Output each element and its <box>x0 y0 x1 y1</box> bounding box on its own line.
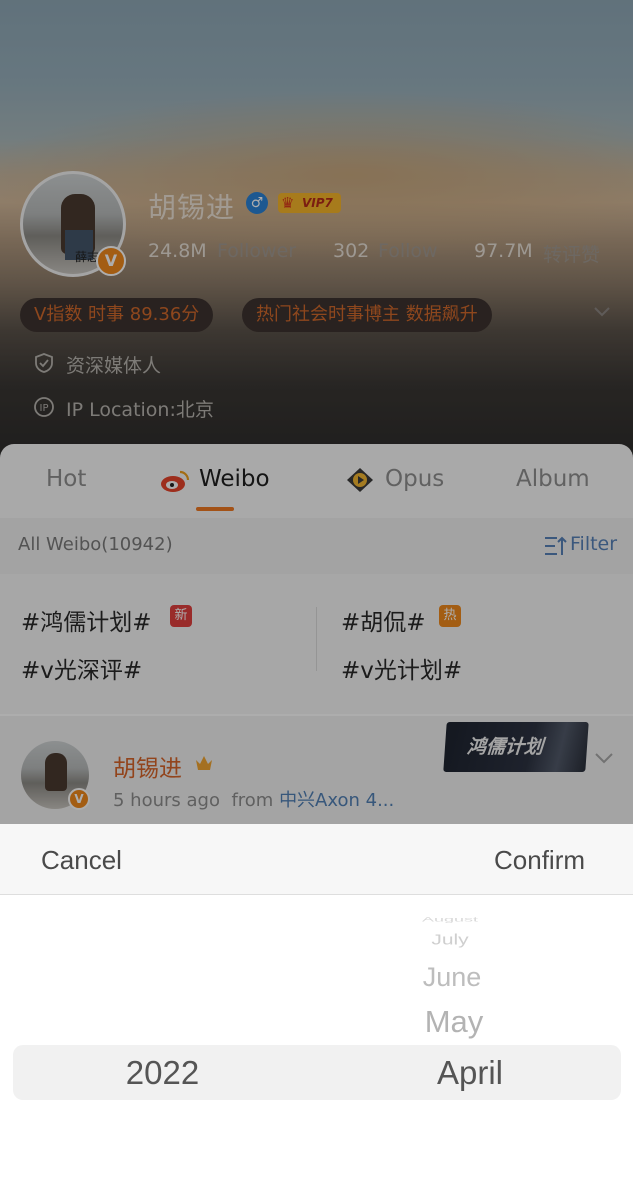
month-wheel-item[interactable]: June <box>380 962 524 993</box>
profile-tabs: Hot Weibo Opus Album <box>0 444 633 518</box>
crown-badge-icon <box>196 756 212 770</box>
post-time: 5 hours ago <box>113 790 220 811</box>
weibo-filter-bar: All Weibo(10942) Filter <box>0 518 633 574</box>
chevron-down-icon[interactable] <box>593 306 611 318</box>
filter-button[interactable]: Filter <box>570 533 617 555</box>
verified-v-icon: V <box>96 246 126 276</box>
opus-icon <box>347 468 373 492</box>
profile-name: 胡锡进 <box>148 191 236 224</box>
post-author-name[interactable]: 胡锡进 <box>113 749 182 783</box>
chevron-down-icon[interactable] <box>594 752 614 765</box>
likes-count[interactable]: 97.7M <box>474 240 533 262</box>
following-count[interactable]: 302 <box>333 240 369 262</box>
topic-item[interactable]: #鸿儒计划# <box>21 603 152 637</box>
ip-location-icon: IP <box>34 397 54 417</box>
date-picker-sheet: Cancel Confirm 2022 August July June May… <box>0 824 633 1189</box>
confirm-button[interactable]: Confirm <box>494 845 585 876</box>
month-wheel-item[interactable]: May <box>380 1004 528 1040</box>
shield-check-icon <box>35 353 53 373</box>
followers-label[interactable]: Follower <box>217 240 296 262</box>
year-wheel-selected[interactable]: 2022 <box>80 1054 245 1092</box>
month-wheel-item[interactable]: August <box>380 916 520 923</box>
post-meta: 5 hours ago from 中兴Axon 4... <box>113 786 394 812</box>
topic-item[interactable]: #v光深评# <box>21 651 142 685</box>
tab-hot[interactable]: Hot <box>46 466 86 492</box>
profile-occupation: 资深媒体人 <box>66 355 162 377</box>
post-source-device[interactable]: 中兴Axon 4... <box>279 790 394 811</box>
month-wheel-selected[interactable]: April <box>390 1054 550 1092</box>
tab-album[interactable]: Album <box>516 466 590 492</box>
post-from-label: from <box>231 790 274 811</box>
cancel-button[interactable]: Cancel <box>41 845 122 876</box>
followers-count[interactable]: 24.8M <box>148 240 207 262</box>
hot-blogger-chip[interactable]: 热门社会时事博主 数据飙升 <box>242 298 492 332</box>
likes-label[interactable]: 转评赞 <box>543 240 600 267</box>
vip-badge[interactable]: ♛ VIP7 <box>278 193 341 213</box>
crown-icon: ♛ <box>281 194 295 212</box>
topic-item[interactable]: #胡侃# <box>341 603 426 637</box>
all-weibo-count: All Weibo(10942) <box>18 534 173 555</box>
tab-opus[interactable]: Opus <box>385 466 444 492</box>
weibo-logo-icon <box>161 470 190 492</box>
picker-toolbar: Cancel Confirm <box>0 824 633 895</box>
tab-weibo[interactable]: Weibo <box>199 466 270 492</box>
topic-item[interactable]: #v光计划# <box>341 651 462 685</box>
hot-tag-badge: 热 <box>439 605 461 627</box>
topic-grid: #鸿儒计划# 新 #胡侃# 热 #v光深评# #v光计划# <box>0 574 633 714</box>
male-gender-icon: ♂ <box>246 192 268 214</box>
svg-text:IP: IP <box>40 403 49 414</box>
topic-divider <box>316 607 317 671</box>
active-tab-indicator <box>196 507 234 511</box>
v-index-chip[interactable]: V指数 时事 89.36分 <box>20 298 214 332</box>
weibo-post-header: V 胡锡进 5 hours ago from 中兴Axon 4... 鸿儒计划 <box>0 716 633 826</box>
following-label[interactable]: Follow <box>378 240 438 262</box>
filter-icon[interactable] <box>543 535 567 557</box>
month-wheel-item[interactable]: July <box>380 932 520 949</box>
verified-v-icon: V <box>68 788 90 810</box>
campaign-banner[interactable]: 鸿儒计划 <box>443 722 589 772</box>
ip-location: IP Location:北京 <box>66 399 214 421</box>
new-tag-badge: 新 <box>170 605 192 627</box>
